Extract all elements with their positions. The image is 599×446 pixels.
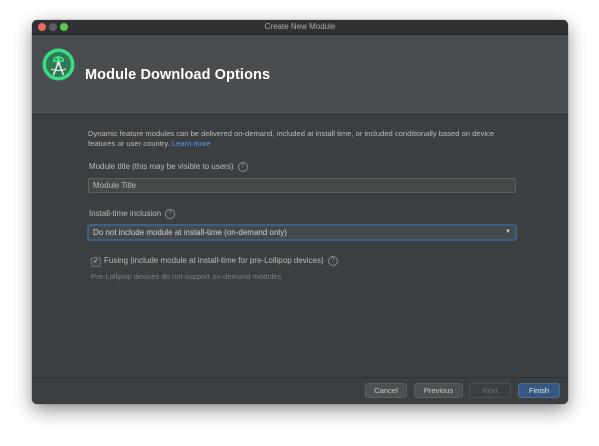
cancel-button[interactable]: Cancel — [365, 383, 407, 398]
page-title: Module Download Options — [85, 67, 271, 83]
dialog-footer: Cancel Previous Next Finish — [32, 377, 568, 404]
finish-button[interactable]: Finish — [518, 383, 560, 398]
window-title: Create New Module — [264, 22, 336, 31]
install-time-label-text: Install-time inclusion — [89, 209, 162, 219]
description-text: Dynamic feature modules can be delivered… — [88, 129, 518, 149]
dialog-body: Dynamic feature modules can be delivered… — [32, 115, 568, 377]
fusing-checkbox[interactable]: ✓ — [91, 257, 101, 267]
create-module-dialog: Create New Module Module Download Option… — [32, 20, 568, 404]
help-icon[interactable]: ? — [165, 209, 176, 219]
dropdown-arrow-icon: ▼ — [505, 229, 511, 235]
install-time-selected-value: Do not include module at install-time (o… — [93, 228, 287, 237]
previous-button[interactable]: Previous — [414, 383, 463, 398]
title-bar[interactable]: Create New Module — [32, 20, 568, 35]
fusing-note: Pre-Lollipop devices do not support on-d… — [91, 272, 282, 281]
install-time-dropdown[interactable]: Do not include module at install-time (o… — [88, 225, 516, 240]
dialog-header: Module Download Options — [32, 35, 568, 115]
help-icon[interactable]: ? — [327, 256, 338, 266]
learn-more-link[interactable]: Learn more — [172, 139, 211, 148]
module-title-input[interactable]: Module Title — [88, 178, 516, 193]
description-body: Dynamic feature modules can be delivered… — [88, 129, 495, 148]
android-studio-icon — [42, 48, 75, 81]
module-title-label: Module title (this may be visible to use… — [89, 162, 248, 172]
install-time-label: Install-time inclusion? — [89, 209, 176, 219]
module-title-label-text: Module title (this may be visible to use… — [89, 162, 234, 172]
help-icon[interactable]: ? — [237, 162, 248, 172]
fusing-label: Fusing (include module at install-time f… — [104, 256, 338, 266]
fusing-label-text: Fusing (include module at install-time f… — [104, 256, 324, 266]
next-button[interactable]: Next — [469, 383, 511, 398]
